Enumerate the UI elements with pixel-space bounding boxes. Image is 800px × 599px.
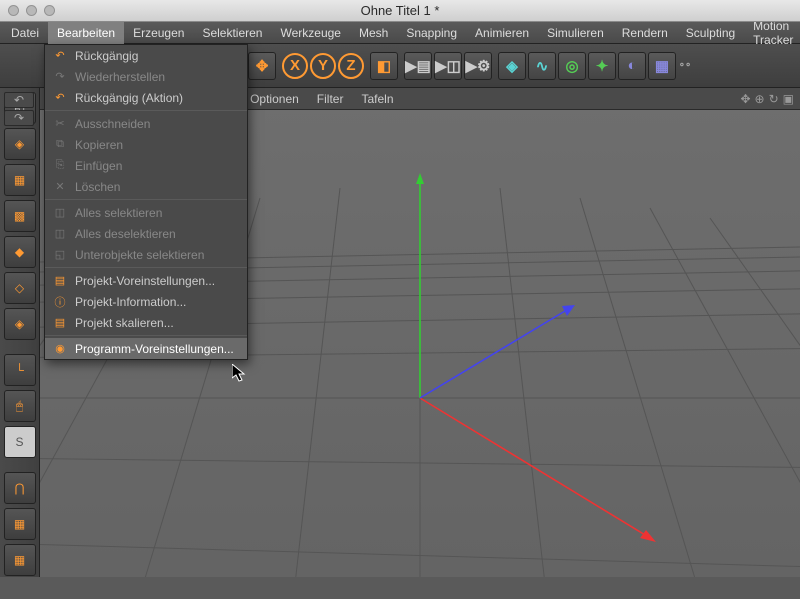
- menu-item-icon: ↶: [53, 49, 67, 63]
- menu-item-label: Projekt-Information...: [75, 295, 186, 309]
- redo-button[interactable]: ↷: [4, 110, 34, 126]
- view-move-icon[interactable]: ✥: [740, 92, 750, 106]
- left-toolbar: ◱ ◈ ▦ ▩ ◆ ◇ ◈ └ 🖱 S ⋂ ▦ ▦: [0, 88, 40, 577]
- render-settings-icon[interactable]: ▶⚙: [464, 52, 492, 80]
- menu-item-icon: ◫: [53, 206, 67, 220]
- texture-mode-icon[interactable]: ▦: [4, 164, 36, 196]
- axis-x-button[interactable]: X: [282, 53, 308, 79]
- menu-animieren[interactable]: Animieren: [466, 22, 538, 44]
- view-zoom-icon[interactable]: ⊕: [755, 92, 765, 106]
- menu-item-label: Kopieren: [75, 138, 123, 152]
- menu-item-programm-voreinstellungen-[interactable]: ◉ Programm-Voreinstellungen...: [45, 338, 247, 359]
- menu-item-wiederherstellen: ↷ Wiederherstellen: [45, 66, 247, 87]
- camera-icon[interactable]: ∘∘: [678, 52, 692, 80]
- menu-item-projekt-information-[interactable]: ⓘ Projekt-Information...: [45, 291, 247, 312]
- edge-mode-icon[interactable]: ◇: [4, 272, 36, 304]
- menu-item-ausschneiden: ✂ Ausschneiden: [45, 113, 247, 134]
- render-icon[interactable]: ▶▤: [404, 52, 432, 80]
- axis-y-button[interactable]: Y: [310, 53, 336, 79]
- window-title: Ohne Titel 1 *: [361, 3, 440, 18]
- mouse-icon[interactable]: 🖱: [4, 390, 36, 422]
- menu-item-alles-deselektieren: ◫ Alles deselektieren: [45, 223, 247, 244]
- menu-item-alles-selektieren: ◫ Alles selektieren: [45, 202, 247, 223]
- menu-item-projekt-voreinstellungen-[interactable]: ▤ Projekt-Voreinstellungen...: [45, 270, 247, 291]
- magnet-icon[interactable]: ⋂: [4, 472, 36, 504]
- menu-item-icon: ◫: [53, 227, 67, 241]
- spline-icon[interactable]: ∿: [528, 52, 556, 80]
- menu-item-r-ckg-ngig-aktion-[interactable]: ↶ Rückgängig (Aktion): [45, 87, 247, 108]
- menu-item-icon: ✕: [53, 180, 67, 194]
- panels-menu[interactable]: Tafeln: [361, 92, 393, 106]
- menu-datei[interactable]: Datei: [2, 22, 48, 44]
- menu-sculpting[interactable]: Sculpting: [677, 22, 744, 44]
- menu-erzeugen[interactable]: Erzeugen: [124, 22, 193, 44]
- view-rotate-icon[interactable]: ↻: [769, 92, 779, 106]
- menu-item-icon: ▤: [53, 316, 67, 330]
- minimize-icon[interactable]: [26, 5, 37, 16]
- menu-item-icon: ▤: [53, 274, 67, 288]
- menu-item-icon: ◱: [53, 248, 67, 262]
- menu-item-label: Löschen: [75, 180, 120, 194]
- title-bar: Ohne Titel 1 *: [0, 0, 800, 22]
- options-menu[interactable]: Optionen: [250, 92, 299, 106]
- axis-z-button[interactable]: Z: [338, 53, 364, 79]
- menu-item-label: Projekt-Voreinstellungen...: [75, 274, 215, 288]
- snap-icon[interactable]: S: [4, 426, 36, 458]
- zoom-icon[interactable]: [44, 5, 55, 16]
- menu-item-label: Wiederherstellen: [75, 70, 165, 84]
- menu-item-icon: ⎘: [53, 159, 67, 173]
- cube-primitive-icon[interactable]: ◈: [498, 52, 526, 80]
- point-mode-icon[interactable]: ◆: [4, 236, 36, 268]
- close-icon[interactable]: [8, 5, 19, 16]
- menu-item-l-schen: ✕ Löschen: [45, 176, 247, 197]
- menu-item-r-ckg-ngig[interactable]: ↶ Rückgängig: [45, 45, 247, 66]
- menu-werkzeuge[interactable]: Werkzeuge: [271, 22, 349, 44]
- menu-mesh[interactable]: Mesh: [350, 22, 397, 44]
- menu-item-label: Rückgängig: [75, 49, 138, 63]
- move-tool-icon[interactable]: ✥: [248, 52, 276, 80]
- model-mode-icon[interactable]: ◈: [4, 128, 36, 160]
- menu-rendern[interactable]: Rendern: [613, 22, 677, 44]
- menu-item-icon: ↷: [53, 70, 67, 84]
- undo-button[interactable]: ↶: [4, 92, 34, 108]
- menu-item-label: Unterobjekte selektieren: [75, 248, 204, 262]
- filter-menu[interactable]: Filter: [317, 92, 344, 106]
- coord-system-icon[interactable]: ◧: [370, 52, 398, 80]
- menu-bearbeiten[interactable]: Bearbeiten: [48, 22, 124, 44]
- menu-snapping[interactable]: Snapping: [397, 22, 466, 44]
- menu-item-label: Rückgängig (Aktion): [75, 91, 183, 105]
- menu-item-icon: ◉: [53, 342, 67, 356]
- menu-item-projekt-skalieren-[interactable]: ▤ Projekt skalieren...: [45, 312, 247, 333]
- menu-item-label: Programm-Voreinstellungen...: [75, 342, 234, 356]
- generator-icon[interactable]: ◎: [558, 52, 586, 80]
- menu-item-icon: ⓘ: [53, 295, 67, 309]
- grid-icon[interactable]: ▦: [4, 544, 36, 576]
- deformer-icon[interactable]: ◐: [618, 52, 646, 80]
- menu-item-icon: ↶: [53, 91, 67, 105]
- menu-item-label: Alles deselektieren: [75, 227, 176, 241]
- menu-item-label: Alles selektieren: [75, 206, 162, 220]
- menu-simulieren[interactable]: Simulieren: [538, 22, 613, 44]
- edit-menu-dropdown: ↶ Rückgängig ↷ Wiederherstellen ↶ Rückgängig …: [44, 44, 248, 360]
- view-layout-icon[interactable]: ▣: [783, 92, 794, 106]
- menu-item-kopieren: ⧉ Kopieren: [45, 134, 247, 155]
- menu-item-label: Projekt skalieren...: [75, 316, 174, 330]
- menu-item-einf-gen: ⎘ Einfügen: [45, 155, 247, 176]
- menu-item-label: Ausschneiden: [75, 117, 150, 131]
- render-region-icon[interactable]: ▶◫: [434, 52, 462, 80]
- menu-item-icon: ✂: [53, 117, 67, 131]
- menu-bar: Datei Bearbeiten Erzeugen Selektieren We…: [0, 22, 800, 44]
- environment-icon[interactable]: ▦: [648, 52, 676, 80]
- menu-selektieren[interactable]: Selektieren: [193, 22, 271, 44]
- window-controls[interactable]: [8, 5, 55, 16]
- polygon-mode-icon[interactable]: ◈: [4, 308, 36, 340]
- grid-lock-icon[interactable]: ▦: [4, 508, 36, 540]
- menu-item-icon: ⧉: [53, 138, 67, 152]
- menu-item-unterobjekte-selektieren: ◱ Unterobjekte selektieren: [45, 244, 247, 265]
- particles-icon[interactable]: ✦: [588, 52, 616, 80]
- workplane-icon[interactable]: ▩: [4, 200, 36, 232]
- axis-tool-icon[interactable]: └: [4, 354, 36, 386]
- menu-item-label: Einfügen: [75, 159, 122, 173]
